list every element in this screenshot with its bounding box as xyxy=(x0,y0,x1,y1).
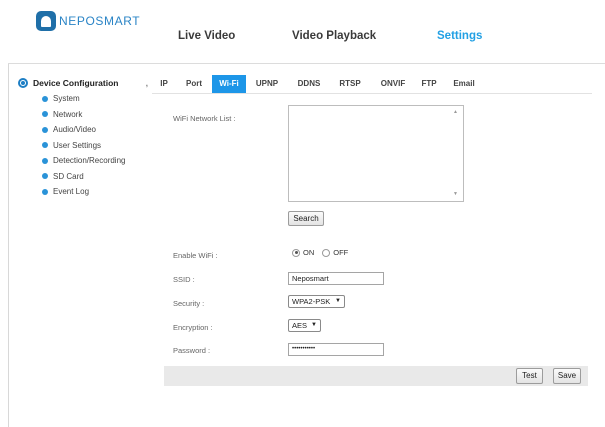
test-button[interactable]: Test xyxy=(516,368,543,384)
encryption-select[interactable]: AES ▼ xyxy=(288,319,321,332)
sidebar-item-detection-recording[interactable]: Detection/Recording xyxy=(18,153,148,169)
sidebar-header[interactable]: Device Configuration , xyxy=(18,75,148,91)
security-select[interactable]: WPA2-PSK ▼ xyxy=(288,295,345,308)
save-button[interactable]: Save xyxy=(553,368,581,384)
enable-wifi-radio-group: ON OFF xyxy=(292,248,348,257)
sidebar-item-label: SD Card xyxy=(53,171,84,181)
tab-onvif[interactable]: ONVIF xyxy=(376,75,410,93)
wifi-on-radio[interactable] xyxy=(292,248,300,257)
dot-icon xyxy=(42,95,48,102)
sidebar-item-system[interactable]: System xyxy=(18,91,148,107)
sidebar-item-network[interactable]: Network xyxy=(18,107,148,123)
ssid-field[interactable]: Neposmart xyxy=(288,272,384,285)
wifi-off-radio[interactable] xyxy=(322,248,331,257)
sidebar: Device Configuration , System Network Au… xyxy=(18,75,148,200)
sidebar-item-label: System xyxy=(53,94,80,104)
dot-icon xyxy=(42,142,48,149)
tabs-divider xyxy=(152,93,592,94)
chevron-down-icon: ▼ xyxy=(311,322,317,328)
nav-live-video[interactable]: Live Video xyxy=(178,30,235,42)
neposmart-logo-icon xyxy=(36,11,56,31)
sidebar-item-label: Event Log xyxy=(53,187,90,197)
logo[interactable]: NEPOSMART xyxy=(36,10,140,32)
security-select-value: WPA2-PSK xyxy=(292,297,331,306)
tab-ddns[interactable]: DDNS xyxy=(294,75,324,93)
nav-settings[interactable]: Settings xyxy=(437,30,482,42)
sidebar-item-event-log[interactable]: Event Log xyxy=(18,184,148,200)
nav-video-playback[interactable]: Video Playback xyxy=(292,30,376,42)
sidebar-header-label: Device Configuration xyxy=(33,78,119,88)
scroll-down-icon[interactable]: ▼ xyxy=(453,191,458,197)
tab-upnp[interactable]: UPNP xyxy=(252,75,282,93)
dot-icon xyxy=(42,126,48,133)
settings-tabs: IP Port Wi-Fi UPNP DDNS RTSP ONVIF FTP E… xyxy=(152,75,592,93)
tab-port[interactable]: Port xyxy=(182,75,206,93)
sidebar-item-label: Network xyxy=(53,109,83,119)
tab-ip[interactable]: IP xyxy=(156,75,172,93)
sidebar-item-user-settings[interactable]: User Settings xyxy=(18,138,148,154)
sidebar-item-audio-video[interactable]: Audio/Video xyxy=(18,122,148,138)
tab-wifi[interactable]: Wi-Fi xyxy=(212,75,246,93)
chevron-down-icon: ▼ xyxy=(335,298,341,304)
wifi-off-label: OFF xyxy=(333,248,349,257)
search-button[interactable]: Search xyxy=(288,211,324,226)
tab-ftp[interactable]: FTP xyxy=(418,75,440,93)
wifi-on-label: ON xyxy=(303,248,315,257)
dot-icon xyxy=(42,173,48,180)
device-config-icon xyxy=(18,78,28,88)
dot-icon xyxy=(42,111,48,118)
scroll-up-icon[interactable]: ▲ xyxy=(453,109,458,115)
enable-wifi-label: Enable WiFi : xyxy=(173,251,218,260)
encryption-label: Encryption : xyxy=(173,323,213,332)
wifi-network-list-label: WiFi Network List : xyxy=(173,114,236,123)
dot-icon xyxy=(42,188,48,195)
tab-rtsp[interactable]: RTSP xyxy=(336,75,364,93)
encryption-select-value: AES xyxy=(292,321,308,330)
sidebar-item-sd-card[interactable]: SD Card xyxy=(18,169,148,185)
sidebar-item-label: Detection/Recording xyxy=(53,156,126,166)
logo-text: NEPOSMART xyxy=(59,14,141,28)
security-label: Security : xyxy=(173,299,205,308)
password-label: Password : xyxy=(173,346,211,355)
wifi-network-list[interactable]: ▲ ▼ xyxy=(288,105,464,202)
tab-email[interactable]: Email xyxy=(450,75,478,93)
ssid-label: SSID : xyxy=(173,275,195,284)
password-field[interactable]: ••••••••••• xyxy=(288,343,384,356)
dot-icon xyxy=(42,157,48,164)
sidebar-caret: , xyxy=(145,78,148,88)
sidebar-item-label: User Settings xyxy=(53,140,102,150)
sidebar-item-label: Audio/Video xyxy=(53,125,96,135)
